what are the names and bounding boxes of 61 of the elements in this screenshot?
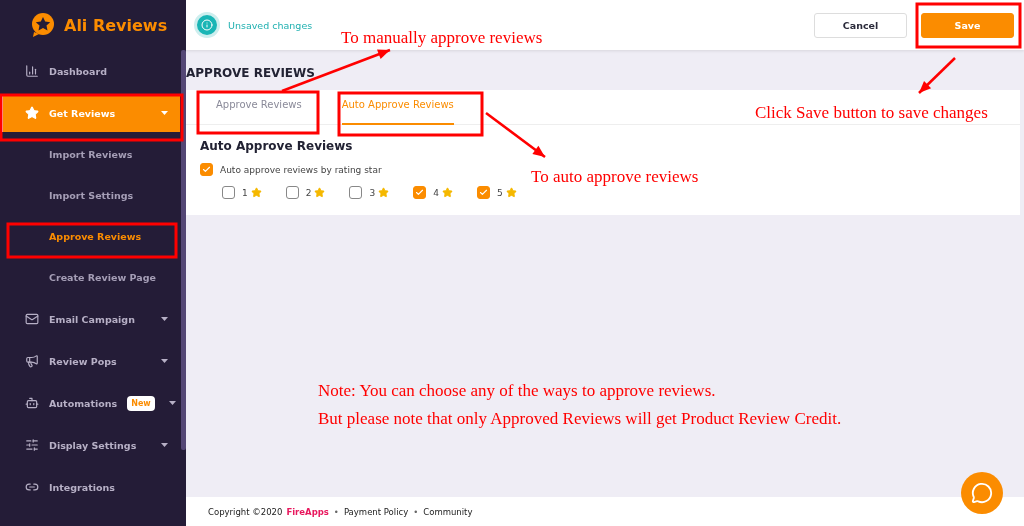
- note-text: Note: You can choose any of the ways to approve reviews.: [318, 381, 716, 402]
- check-icon: [478, 188, 488, 197]
- nav-item[interactable]: Integrations: [0, 468, 180, 506]
- sliders-icon: [25, 438, 39, 452]
- star-icon: [441, 187, 453, 198]
- annotation-text: To auto approve reviews: [531, 167, 699, 188]
- checkbox[interactable]: [476, 186, 490, 199]
- separator-text: •: [332, 506, 340, 517]
- checkbox[interactable]: [285, 186, 299, 199]
- annotation-text: Click Save button to save changes: [755, 103, 988, 124]
- logo-text: Ali Reviews: [64, 15, 168, 35]
- rating-label: 2: [305, 187, 312, 198]
- checkbox[interactable]: [349, 186, 363, 199]
- info-icon: [194, 12, 220, 38]
- page-title: APPROVE REVIEWS: [186, 66, 316, 80]
- brand-link[interactable]: FireApps: [286, 506, 329, 517]
- checkbox[interactable]: [222, 186, 235, 199]
- nav-item[interactable]: Review Pops: [0, 342, 180, 380]
- star-icon: [25, 106, 39, 120]
- annotation-arrow: [918, 57, 956, 94]
- logo-icon: [30, 12, 56, 38]
- robot-icon: [25, 396, 39, 410]
- checkbox[interactable]: [413, 186, 427, 199]
- rating-label: 4: [433, 187, 439, 198]
- cancel-button[interactable]: Cancel: [814, 12, 907, 38]
- footer-link[interactable]: Community: [423, 506, 473, 517]
- note-text: But please note that only Approved Reviews will get Product Review Credit.: [318, 409, 842, 430]
- status-text: Unsaved changes: [228, 19, 314, 31]
- nav-subitem[interactable]: Approve Reviews: [0, 216, 178, 257]
- star-icon: [314, 187, 326, 198]
- rating-label: 1: [242, 187, 248, 198]
- annotation-arrow: [485, 112, 546, 158]
- nav-subitem[interactable]: Create Review Page: [0, 257, 178, 298]
- star-icon: [250, 187, 262, 198]
- rating-label: 3: [369, 187, 376, 198]
- nav-subitem[interactable]: Import Reviews: [0, 134, 178, 175]
- megaphone-icon: [25, 354, 39, 368]
- chat-icon: [971, 482, 993, 504]
- mail-icon: [25, 312, 39, 326]
- nav-item[interactable]: Dashboard: [0, 52, 180, 90]
- star-icon: [378, 187, 390, 198]
- checkbox[interactable]: [200, 163, 213, 176]
- separator-text: •: [412, 506, 420, 517]
- check-icon: [202, 165, 211, 174]
- rating-label: 5: [496, 187, 503, 198]
- tab[interactable]: Approve Reviews: [216, 90, 302, 125]
- footer-link[interactable]: Payment Policy: [343, 506, 409, 517]
- nav-item[interactable]: Display Settings: [0, 426, 180, 464]
- scrollbar[interactable]: [181, 50, 186, 450]
- copyright-text: Copyright ©2020: [208, 506, 283, 517]
- nav-item[interactable]: Email Campaign: [0, 300, 180, 338]
- chart-icon: [25, 64, 39, 78]
- checkbox-label: Auto approve reviews by rating star: [220, 164, 382, 175]
- section-title: Auto Approve Reviews: [200, 139, 354, 153]
- star-icon: [505, 187, 517, 198]
- annotation-text: To manually approve reviews: [341, 28, 543, 49]
- check-icon: [415, 188, 425, 197]
- new-badge: New: [127, 395, 155, 411]
- nav-item[interactable]: Automations New: [0, 384, 180, 422]
- nav-subitem[interactable]: Import Settings: [0, 175, 178, 216]
- link-icon: [25, 480, 39, 494]
